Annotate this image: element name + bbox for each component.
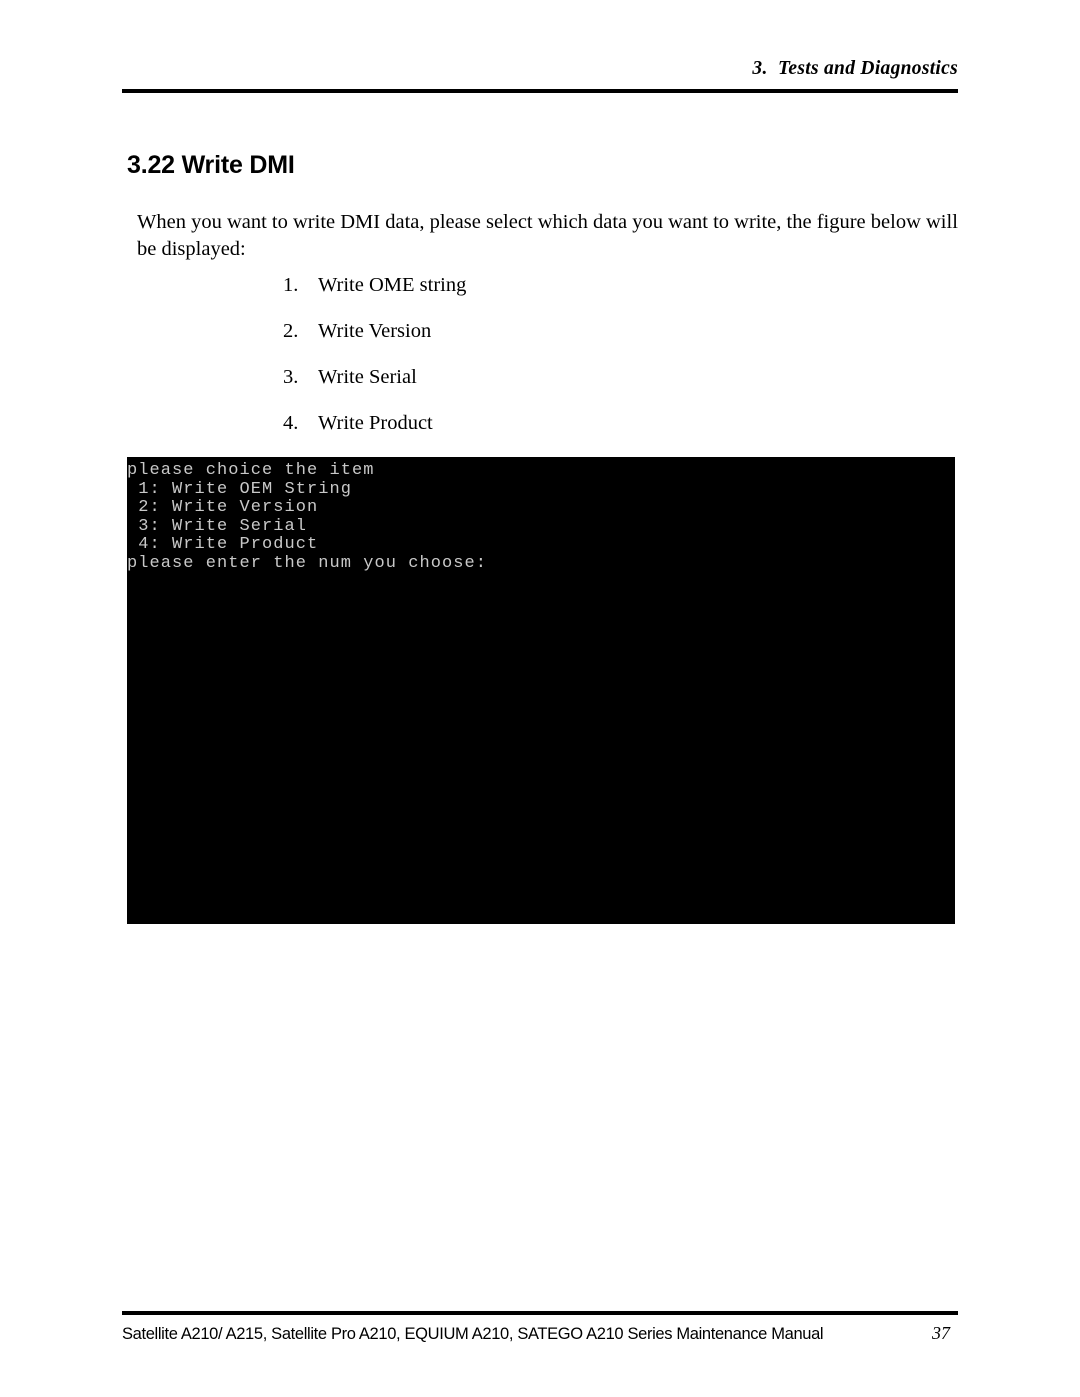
list-item-label: Write Serial [318, 366, 417, 388]
list-item: 4. Write Product [283, 410, 883, 456]
list-item-number: 3. [283, 366, 299, 388]
page-footer: Satellite A210/ A215, Satellite Pro A210… [122, 1311, 958, 1345]
list-item: 2. Write Version [283, 318, 883, 364]
list-item-number: 4. [283, 412, 299, 434]
list-item-label: Write Version [318, 320, 432, 342]
footer-manual-title: Satellite A210/ A215, Satellite Pro A210… [122, 1325, 824, 1343]
list-item: 3. Write Serial [283, 364, 883, 410]
terminal-line-option-1: 1: Write OEM String [127, 479, 353, 499]
terminal-line-option-2: 2: Write Version [127, 498, 319, 517]
terminal-screen: please choice the item 1: Write OEM Stri… [127, 461, 955, 573]
header-divider-rule [122, 89, 958, 93]
page-header: 3. Tests and Diagnostics [122, 56, 958, 93]
header-chapter-title: 3. Tests and Diagnostics [752, 58, 958, 79]
terminal-line-prompt-choice: please choice the item [127, 461, 375, 480]
write-dmi-option-list: 1. Write OME string 2. Write Version 3. … [243, 272, 883, 456]
list-item: 1. Write OME string [283, 272, 883, 318]
terminal-line-option-4: 4: Write Product [127, 535, 319, 554]
list-item-label: Write OME string [318, 274, 467, 296]
list-item-number: 1. [283, 274, 299, 296]
footer-page-number: 37 [932, 1323, 950, 1343]
list-item-label: Write Product [318, 412, 433, 434]
footer-row: Satellite A210/ A215, Satellite Pro A210… [122, 1322, 958, 1345]
terminal-screenshot-figure: please choice the item 1: Write OEM Stri… [127, 457, 955, 924]
terminal-line-option-3: 3: Write Serial [127, 516, 308, 536]
terminal-line-input-prompt: please enter the num you choose: [127, 553, 488, 573]
list-item-number: 2. [283, 320, 299, 342]
intro-paragraph: When you want to write DMI data, please … [137, 210, 958, 260]
footer-divider-rule [122, 1311, 958, 1315]
section-heading: 3.22 Write DMI [127, 150, 295, 179]
